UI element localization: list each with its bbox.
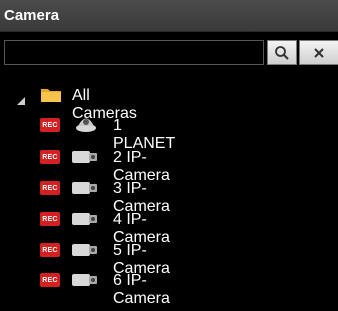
rec-badge: REC <box>40 181 60 195</box>
close-icon <box>314 47 324 58</box>
camera-label: 6 IP-Camera <box>113 272 170 307</box>
search-input[interactable] <box>4 40 264 65</box>
folder-icon <box>41 89 61 102</box>
ip-camera-icon <box>72 151 97 163</box>
dome-camera-icon <box>76 118 96 132</box>
ip-camera-icon <box>72 244 97 256</box>
rec-badge: REC <box>40 150 60 164</box>
rec-badge: REC <box>40 118 60 132</box>
ip-camera-icon <box>72 182 97 194</box>
camera-label: 1 PLANET <box>113 117 176 152</box>
expand-arrow-icon[interactable] <box>15 95 27 107</box>
panel-header: Camera <box>0 0 338 32</box>
search-bar <box>0 37 338 67</box>
ip-camera-icon <box>72 274 97 286</box>
rec-badge: REC <box>40 243 60 257</box>
search-button[interactable] <box>267 40 297 65</box>
rec-badge: REC <box>40 273 60 287</box>
clear-button[interactable] <box>299 40 338 65</box>
camera-panel: Camera All Cameras REC 1 PLANET REC 2 IP… <box>0 0 338 311</box>
rec-badge: REC <box>40 212 60 226</box>
search-icon <box>275 45 289 60</box>
ip-camera-icon <box>72 213 97 225</box>
panel-title: Camera <box>4 7 60 24</box>
